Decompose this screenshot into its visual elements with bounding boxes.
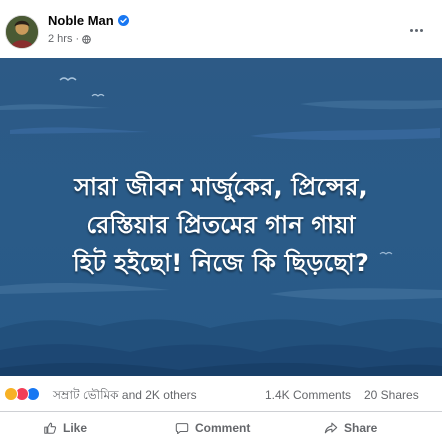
comment-button[interactable]: Comment <box>175 421 250 434</box>
reaction-icons[interactable] <box>4 387 40 401</box>
image-text-line-1: সারা জীবন মার্জুকের, প্রিন্সের, <box>74 173 368 201</box>
dot-icon <box>409 28 413 32</box>
share-icon <box>324 422 338 434</box>
image-text-line-2: রেস্তিয়ার প্রিতমের গান গায়া <box>86 211 356 239</box>
stats-bar: সম্রাট ভৌমিক and 2K others 1.4K Comments… <box>0 376 442 412</box>
cloud-streak <box>0 283 170 294</box>
more-options-button[interactable] <box>404 20 428 40</box>
meta-separator: · <box>75 33 80 45</box>
share-label: Share <box>344 421 378 434</box>
haha-reaction-icon <box>4 387 18 401</box>
comment-icon <box>175 423 189 434</box>
post-meta: 2 hrs · <box>48 33 91 45</box>
action-bar: Like Comment Share <box>0 413 442 434</box>
like-label: Like <box>63 421 88 434</box>
cloud-streak <box>270 288 442 300</box>
cloud-streak <box>10 127 150 134</box>
bird-icon <box>59 77 77 81</box>
like-button[interactable]: Like <box>43 421 87 434</box>
image-caption: সারা জীবন মার্জুকের, প্রিন্সের, রেস্তিয়… <box>0 168 442 282</box>
author-name[interactable]: Noble Man <box>48 13 114 28</box>
cloud-streak <box>300 100 442 110</box>
bird-icon <box>91 93 105 97</box>
post-time[interactable]: 2 hrs <box>48 33 72 45</box>
dot-icon <box>419 28 423 32</box>
post-image[interactable]: সারা জীবন মার্জুকের, প্রিন্সের, রেস্তিয়… <box>0 58 442 376</box>
thumbs-up-icon <box>44 422 57 434</box>
post-header: Noble Man 2 hrs · <box>0 0 442 58</box>
cloud-streak <box>0 104 110 110</box>
share-button[interactable]: Share <box>324 421 377 434</box>
globe-icon <box>82 34 91 44</box>
dot-icon <box>414 28 418 32</box>
reaction-summary[interactable]: সম্রাট ভৌমিক and 2K others <box>53 387 197 407</box>
comments-count[interactable]: 1.4K Comments <box>265 388 351 402</box>
avatar[interactable] <box>5 15 39 49</box>
avatar-image <box>6 16 38 48</box>
author-line: Noble Man <box>48 13 129 28</box>
shares-count[interactable]: 20 Shares <box>364 388 419 402</box>
comment-label: Comment <box>195 421 251 434</box>
cloud-streak <box>250 128 440 140</box>
verified-badge-icon <box>117 15 129 26</box>
image-text-line-3: হিট হইছো! নিজে কি ছিড়ছো? <box>72 249 370 277</box>
